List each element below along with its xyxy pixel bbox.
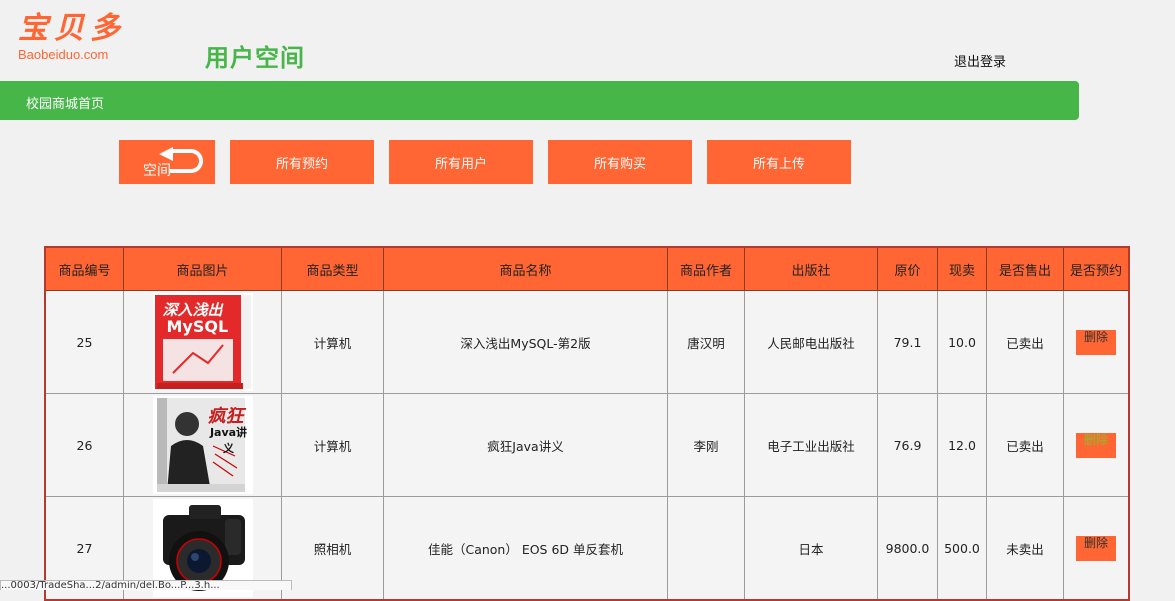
goods-table: 商品编号 商品图片 商品类型 商品名称 商品作者 出版社 原价 现卖 是否售出 … — [44, 246, 1130, 601]
cell-id: 26 — [44, 393, 124, 497]
cell-name: 佳能（Canon） EOS 6D 单反套机 — [383, 496, 668, 601]
cell-type: 计算机 — [281, 290, 384, 394]
col-header-id: 商品编号 — [44, 246, 124, 291]
logo-chinese: 宝贝多 — [18, 11, 126, 46]
cell-author: 唐汉明 — [667, 290, 745, 394]
back-to-space-button[interactable]: 空间 — [119, 140, 215, 184]
java-book-cover-image[interactable]: 疯狂 Java讲义 — [152, 396, 253, 494]
mysql-book-cover-image[interactable]: 深入浅出 MySQL — [152, 293, 253, 391]
cell-publisher: 人民邮电出版社 — [744, 290, 878, 394]
col-header-name: 商品名称 — [383, 246, 668, 291]
cell-id: 25 — [44, 290, 124, 394]
cell-image: 疯狂 Java讲义 — [123, 393, 282, 497]
cell-action: 删除 — [1063, 290, 1130, 394]
cell-sold: 未卖出 — [986, 496, 1064, 601]
cell-sale: 500.0 — [937, 496, 987, 601]
col-header-sale: 现卖 — [937, 246, 987, 291]
col-header-reserve: 是否预约 — [1063, 246, 1130, 291]
site-logo[interactable]: 宝贝多 Baobeiduo.com — [18, 12, 138, 68]
all-users-button[interactable]: 所有用户 — [389, 140, 533, 184]
cell-publisher: 日本 — [744, 496, 878, 601]
page-title: 用户空间 — [205, 44, 305, 72]
cell-name: 深入浅出MySQL-第2版 — [383, 290, 668, 394]
all-purchases-button[interactable]: 所有购买 — [548, 140, 692, 184]
cell-author — [667, 496, 745, 601]
all-reservations-button[interactable]: 所有预约 — [230, 140, 374, 184]
col-header-author: 商品作者 — [667, 246, 745, 291]
cell-name: 疯狂Java讲义 — [383, 393, 668, 497]
java-cover-subtitle: Java讲义 — [209, 426, 248, 455]
cell-action: 删除 — [1063, 393, 1130, 497]
nav-home-link[interactable]: 校园商城首页 — [26, 93, 104, 112]
col-header-type: 商品类型 — [281, 246, 384, 291]
logo-domain: Baobeiduo.com — [18, 47, 109, 62]
delete-button[interactable]: 删除 — [1076, 329, 1116, 355]
cell-image: 深入浅出 MySQL — [123, 290, 282, 394]
cell-type: 照相机 — [281, 496, 384, 601]
cell-publisher: 电子工业出版社 — [744, 393, 878, 497]
cell-author: 李刚 — [667, 393, 745, 497]
delete-button[interactable]: 删除 — [1076, 535, 1116, 561]
cell-sale: 10.0 — [937, 290, 987, 394]
col-header-price: 原价 — [877, 246, 938, 291]
delete-button[interactable]: 删除 — [1076, 432, 1116, 458]
cell-sold: 已卖出 — [986, 290, 1064, 394]
col-header-sold: 是否售出 — [986, 246, 1064, 291]
all-uploads-button[interactable]: 所有上传 — [707, 140, 851, 184]
table-row: 26 疯狂 Java讲义 计算机 疯狂Java讲义 李刚 电子工业出版社 76.… — [44, 393, 1130, 497]
col-header-image: 商品图片 — [123, 246, 282, 291]
mysql-cover-subtitle: MySQL — [166, 317, 229, 336]
logout-link[interactable]: 退出登录 — [954, 51, 1006, 70]
col-header-publisher: 出版社 — [744, 246, 878, 291]
cell-type: 计算机 — [281, 393, 384, 497]
table-header-row: 商品编号 商品图片 商品类型 商品名称 商品作者 出版社 原价 现卖 是否售出 … — [44, 246, 1130, 291]
cell-price: 9800.0 — [877, 496, 938, 601]
cell-sold: 已卖出 — [986, 393, 1064, 497]
cell-action: 删除 — [1063, 496, 1130, 601]
table-row: 25 深入浅出 MySQL 计算机 深入浅出MySQL-第2版 唐汉明 人民邮电… — [44, 290, 1130, 394]
nav-bar: 校园商城首页 — [0, 81, 1079, 120]
cell-price: 79.1 — [877, 290, 938, 394]
cell-sale: 12.0 — [937, 393, 987, 497]
back-button-label: 空间 — [143, 163, 171, 179]
cell-price: 76.9 — [877, 393, 938, 497]
